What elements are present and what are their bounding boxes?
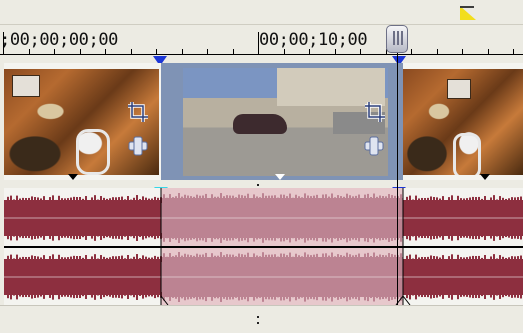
ruler-minor-tick [29, 49, 30, 55]
track-separator[interactable] [0, 180, 523, 188]
timeline-bottom-bar [0, 305, 523, 333]
ruler-minor-tick [156, 49, 157, 55]
marker-flag-icon[interactable] [460, 6, 476, 20]
ruler-minor-tick [488, 49, 489, 55]
playhead-cursor-line [397, 53, 398, 305]
crop-icon[interactable] [127, 101, 149, 123]
ruler-minor-tick [335, 49, 336, 55]
ruler-major-tick [258, 32, 259, 55]
event-edges [160, 188, 411, 305]
ruler-minor-tick [462, 49, 463, 55]
video-thumbnail-selected [183, 68, 388, 176]
ruler-minor-tick [513, 49, 514, 55]
video-thumbnail-right [403, 69, 523, 175]
timecode-mid-label: 00;00;10;00 [259, 30, 368, 50]
car-number-plate [447, 79, 471, 99]
ruler-major-tick [3, 32, 4, 55]
marker-flag-pole [460, 6, 474, 8]
audio-track[interactable] [4, 188, 523, 305]
playhead-handle-icon[interactable] [386, 25, 408, 53]
ruler-minor-tick [437, 49, 438, 55]
pan-icon[interactable] [361, 135, 387, 157]
car-number-plate [12, 75, 40, 97]
race-car [233, 114, 287, 134]
ruler-minor-tick [360, 49, 361, 55]
ruler-baseline [0, 54, 523, 55]
ruler-minor-tick [54, 49, 55, 55]
ruler-minor-tick [233, 49, 234, 55]
ruler-minor-tick [207, 49, 208, 55]
ruler-minor-tick [411, 49, 412, 55]
ruler-minor-tick [182, 49, 183, 55]
car-grille [76, 129, 110, 175]
ruler-minor-tick [131, 49, 132, 55]
ruler-minor-tick [80, 49, 81, 55]
video-track[interactable] [4, 63, 523, 180]
bottom-dot [257, 316, 259, 318]
bottom-dot [257, 322, 259, 324]
separator-dot [257, 184, 259, 186]
pan-icon[interactable] [125, 135, 151, 157]
ruler-minor-tick [309, 49, 310, 55]
car-grille [453, 133, 481, 175]
marker-bar[interactable] [0, 0, 523, 25]
crop-icon[interactable] [364, 101, 386, 123]
timecode-start-label: ;00;00;00;00 [0, 30, 119, 50]
ruler-minor-tick [284, 49, 285, 55]
timeline-ruler[interactable]: ;00;00;00;00 00;00;10;00 [0, 25, 523, 63]
ruler-minor-tick [105, 49, 106, 55]
